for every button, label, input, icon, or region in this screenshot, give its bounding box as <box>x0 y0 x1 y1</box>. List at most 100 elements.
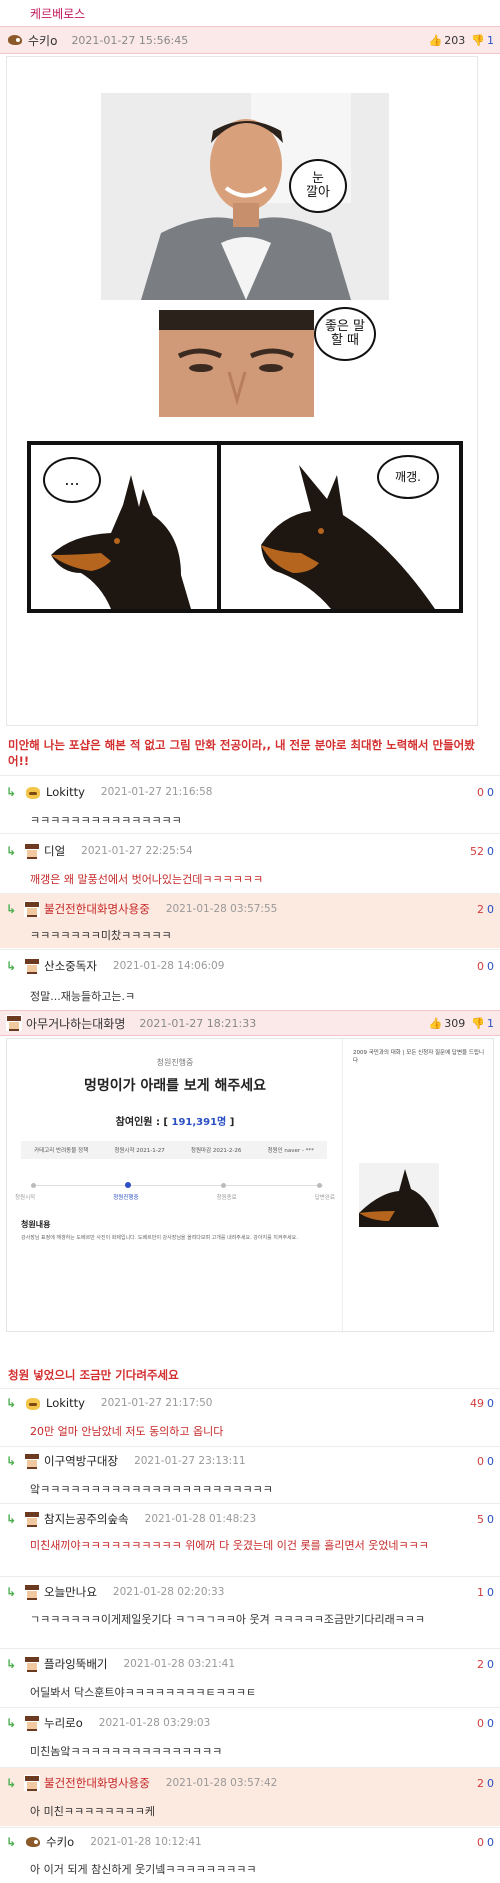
comment-header: ↳ 이구역방구대장 2021-01-27 23:13:11 00 <box>0 1449 500 1473</box>
comment-up[interactable]: 2 <box>477 1658 484 1671</box>
man-figure-icon <box>101 93 389 300</box>
comment-up[interactable]: 49 <box>470 1397 484 1410</box>
comment-author[interactable]: 플라잉뚝배기 <box>44 1656 107 1672</box>
comment-up[interactable]: 0 <box>477 1455 484 1468</box>
reply-arrow-icon: ↳ <box>6 1585 17 1599</box>
reply-arrow-icon: ↳ <box>6 1716 17 1730</box>
comment-up[interactable]: 5 <box>477 1513 484 1526</box>
divider <box>0 1446 500 1447</box>
step-label: 청원진행중 <box>113 1195 139 1201</box>
bubble-text: 깨갱. <box>395 470 421 484</box>
comment-author[interactable]: 디얼 <box>44 843 65 859</box>
petition-participants: 참여인원 : [ 191,391명 ] <box>7 1113 343 1128</box>
comment-text: 정말...재능들하고는.ㅋ <box>30 990 136 1003</box>
post-author[interactable]: 아무거나하는대화명 <box>26 1015 125 1032</box>
petition-title: 멍멍이가 아래를 보게 해주세요 <box>83 1078 267 1094</box>
comment-text: ㅋㅋㅋㅋㅋㅋㅋ미찼ㅋㅋㅋㅋㅋ <box>30 929 172 942</box>
divider <box>0 1707 500 1708</box>
comment-up[interactable]: 2 <box>477 1777 484 1790</box>
comment-author[interactable]: 불건전한대화명사용중 <box>44 1775 150 1791</box>
comment-header: ↳ 디얼 2021-01-27 22:25:54 52 0 <box>0 838 500 864</box>
user-avatar-icon <box>24 958 40 974</box>
downvote-count: 1 <box>487 33 494 47</box>
comment-up[interactable]: 52 <box>470 845 484 858</box>
info-end: 청원마감 2021-2-26 <box>190 1148 242 1154</box>
comment-date: 2021-01-28 10:12:41 <box>90 1836 202 1848</box>
comment-author[interactable]: Lokitty <box>46 1396 85 1410</box>
upvote-count: 203 <box>444 33 466 47</box>
comment-header: ↳ 오늘만나요 2021-01-28 02:20:33 10 <box>0 1580 500 1604</box>
comment-author[interactable]: 불건전한대화명사용중 <box>44 901 150 917</box>
comment-down[interactable]: 0 <box>487 1455 494 1468</box>
comment-author[interactable]: 수키o <box>46 1834 74 1850</box>
comment-date: 2021-01-28 03:57:55 <box>165 903 278 915</box>
comment-down[interactable]: 0 <box>487 1513 494 1526</box>
comment-date: 2021-01-28 01:48:23 <box>144 1513 257 1525</box>
petition-screenshot: 청원진행중 멍멍이가 아래를 보게 해주세요 참여인원 : [ 191,391명… <box>6 1038 494 1333</box>
comic-frame: ... 깨갱. <box>27 441 463 613</box>
comment-down[interactable]: 0 <box>487 1397 494 1410</box>
comment-down[interactable]: 0 <box>487 1586 494 1599</box>
comment-author[interactable]: 이구역방구대장 <box>44 1453 118 1469</box>
post-caption: 미안해 나는 포샵은 해본 적 없고 그림 만화 전공이라,, 내 전문 분야로… <box>8 738 475 768</box>
face-closeup-icon <box>159 310 314 417</box>
speech-bubble: 눈 깔아 <box>289 159 347 213</box>
petition-sidebar: 2009 국민과의 대화 | 모든 신청자 질문에 답변을 드립니다 <box>349 1039 493 1333</box>
divider <box>0 833 500 834</box>
bubble-text: 좋은 말 할 때 <box>324 319 365 348</box>
reply-arrow-icon: ↳ <box>6 902 17 916</box>
comment-score: 20 <box>477 1658 494 1671</box>
comment-text: 미친새끼야ㅋㅋㅋㅋㅋㅋㅋㅋㅋㅋ 위에꺼 다 웃겼는데 이건 롯를 흘리면서 웃었… <box>30 1539 429 1552</box>
thumbs-up-icon[interactable]: 👍 <box>429 34 443 47</box>
comment-down[interactable]: 0 <box>487 786 494 799</box>
comment-header: ↳ 산소중독자 2021-01-28 14:06:09 00 <box>0 953 500 979</box>
comment-up[interactable]: 0 <box>477 1836 484 1849</box>
downvote-count: 1 <box>487 1016 494 1030</box>
reply-arrow-icon: ↳ <box>6 1835 17 1849</box>
comment-up[interactable]: 0 <box>477 960 484 973</box>
comment-score: 50 <box>477 1513 494 1526</box>
reply-arrow-icon: ↳ <box>6 1396 17 1410</box>
comment-down[interactable]: 0 <box>487 1658 494 1671</box>
comment-score: 00 <box>477 1455 494 1468</box>
board-title[interactable]: 케르베로스 <box>0 0 500 26</box>
comment-author[interactable]: 산소중독자 <box>44 958 97 974</box>
thumbs-up-icon[interactable]: 👍 <box>429 1017 443 1030</box>
comment-down[interactable]: 0 <box>487 960 494 973</box>
participants-close: ] <box>229 1117 235 1128</box>
user-avatar-icon <box>24 1775 40 1791</box>
user-avatar-icon <box>24 843 40 859</box>
user-avatar-icon <box>24 1395 42 1411</box>
comment-author[interactable]: 누리로o <box>44 1715 83 1731</box>
comment-up[interactable]: 0 <box>477 1717 484 1730</box>
info-category: 카테고리 반려동물 정책 <box>34 1148 89 1154</box>
post-author[interactable]: 수키o <box>28 32 57 49</box>
comment-up[interactable]: 1 <box>477 1586 484 1599</box>
comment-down[interactable]: 0 <box>487 1777 494 1790</box>
comment-score: 20 <box>477 1777 494 1790</box>
comment-up[interactable]: 0 <box>477 786 484 799</box>
comment-author[interactable]: Lokitty <box>46 785 85 799</box>
comment-author[interactable]: 오늘만나요 <box>44 1584 97 1600</box>
petition-status-tag: 청원진행중 <box>156 1058 194 1067</box>
comment-date: 2021-01-28 14:06:09 <box>112 960 225 972</box>
comment-down[interactable]: 0 <box>487 903 494 916</box>
comment-down[interactable]: 0 <box>487 845 494 858</box>
thumbs-down-icon[interactable]: 👎 <box>471 1017 485 1030</box>
comment-score: 52 0 <box>470 845 494 858</box>
comment-header: ↳ 수키o 2021-01-28 10:12:41 00 <box>0 1830 500 1854</box>
thumbs-down-icon[interactable]: 👎 <box>471 34 485 47</box>
petition-progress <box>33 1185 323 1186</box>
participants-count: 191,391명 <box>171 1117 227 1128</box>
comment-date: 2021-01-28 03:29:03 <box>98 1717 211 1729</box>
comment-author[interactable]: 참지는공주의숲속 <box>44 1511 129 1527</box>
comment-up[interactable]: 2 <box>477 903 484 916</box>
comment-down[interactable]: 0 <box>487 1836 494 1849</box>
info-start: 청원시작 2021-1-27 <box>114 1148 165 1154</box>
comment-text: 어딜봐서 닥스훈트야ㅋㅋㅋㅋㅋㅋㅋㅋㅌㅋㅋㅋㅌ <box>30 1686 257 1699</box>
photo-man <box>101 93 389 300</box>
comment-header: ↳ 불건전한대화명사용중 2021-01-28 03:57:55 20 <box>0 897 500 921</box>
comment-down[interactable]: 0 <box>487 1717 494 1730</box>
petition-steps: 청원시작 청원진행중 청원종료 답변완료 <box>15 1193 335 1201</box>
user-avatar-icon <box>24 1656 40 1672</box>
